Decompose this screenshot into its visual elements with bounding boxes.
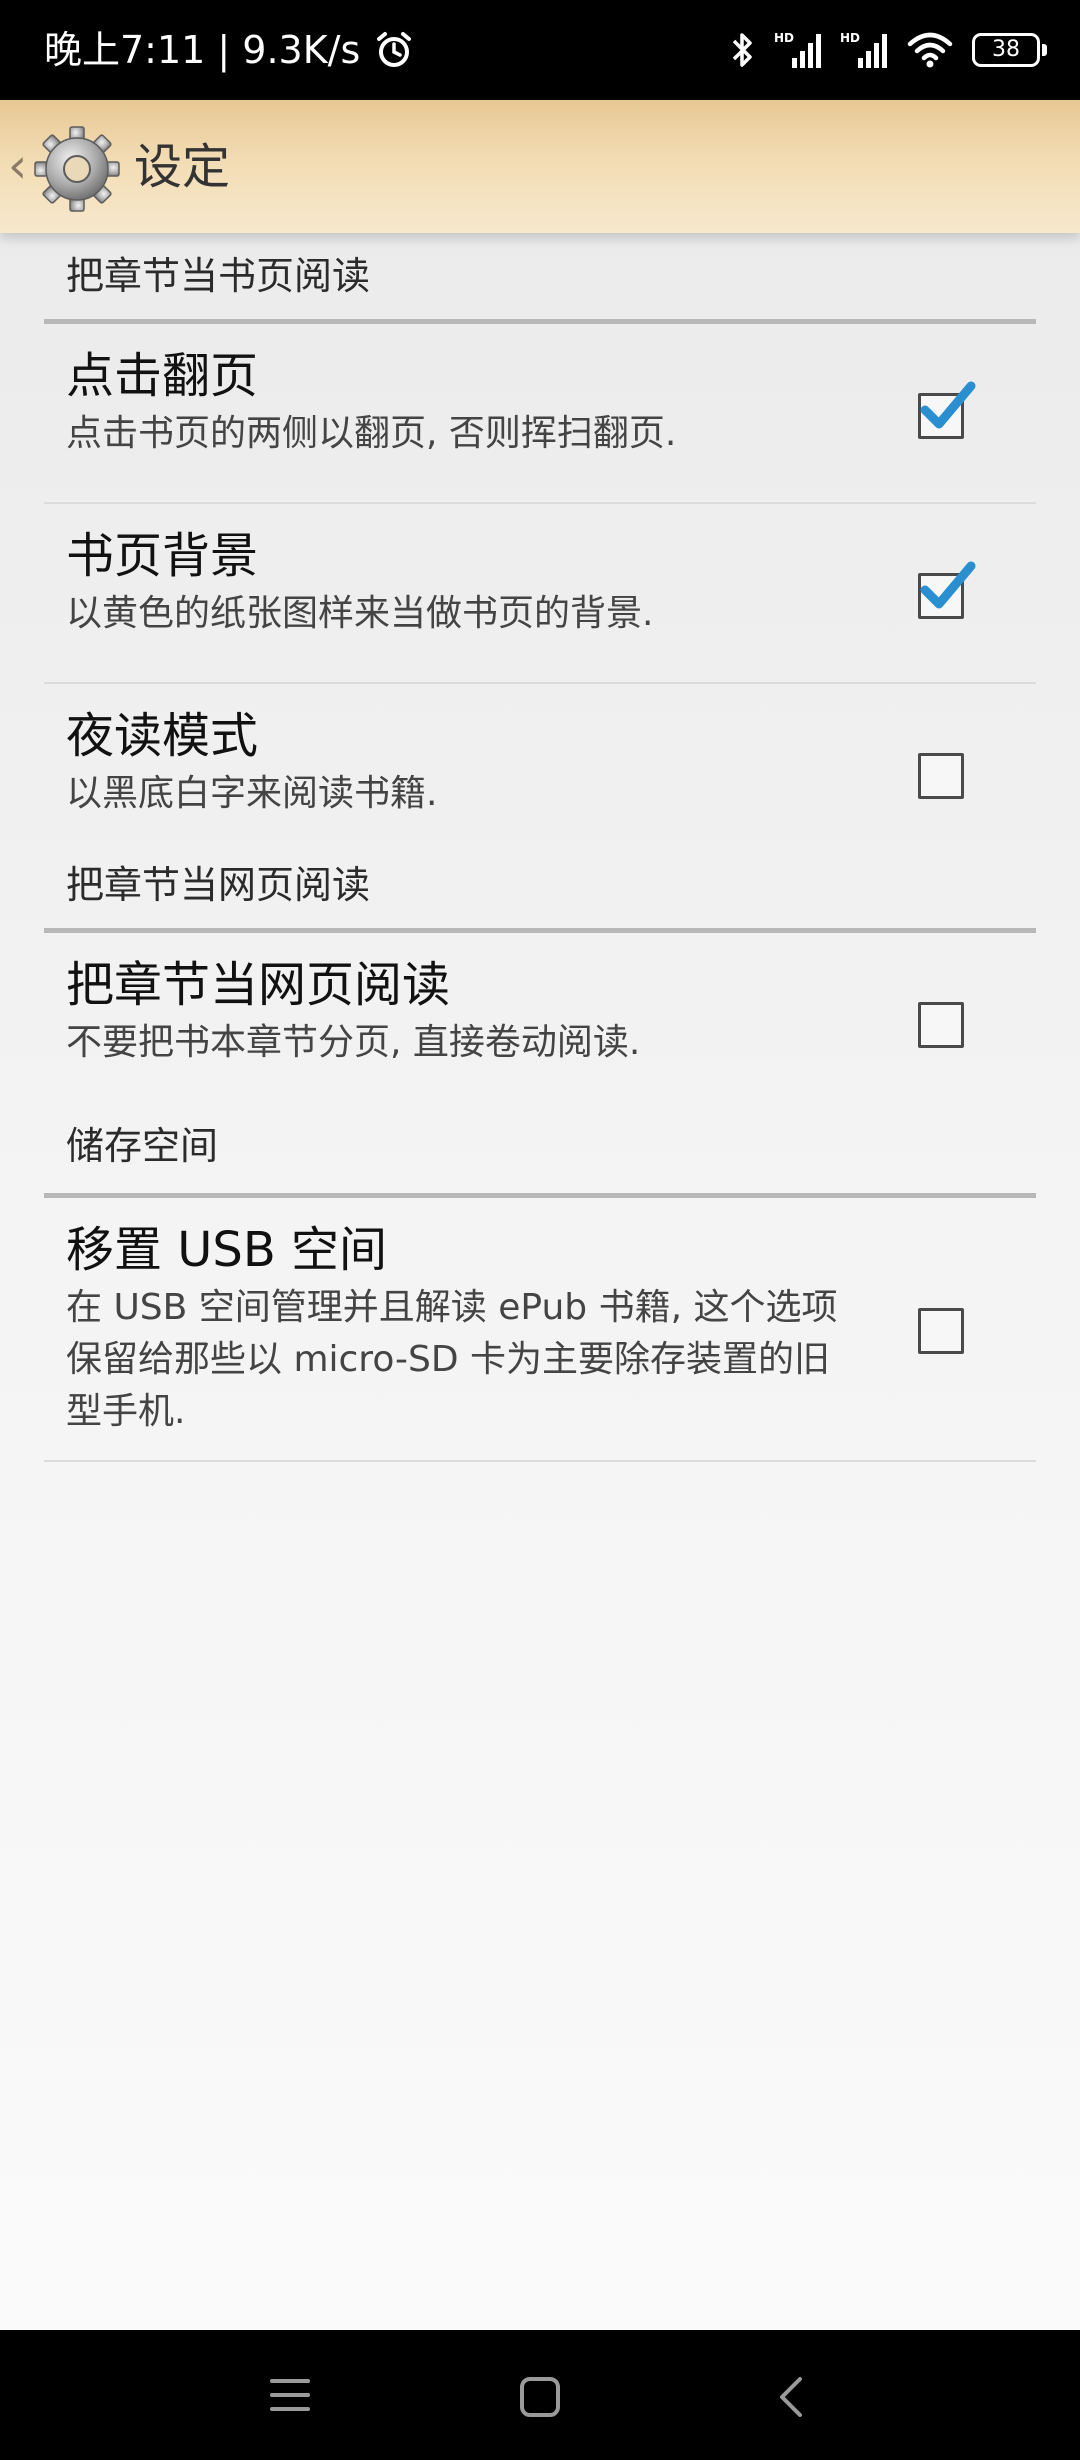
checkbox-web-reading[interactable] xyxy=(918,1002,964,1048)
back-chevron-icon[interactable]: ‹ xyxy=(8,138,27,194)
setting-title: 点击翻页 xyxy=(66,348,259,404)
signal-hd-icon-2: HD xyxy=(840,31,887,68)
checkbox-tap-to-turn[interactable] xyxy=(918,381,976,439)
setting-summary: 不要把书本章节分页, 直接卷动阅读. xyxy=(66,1022,641,1063)
home-icon[interactable] xyxy=(518,2375,562,2419)
status-right: HD HD 38 xyxy=(730,28,1047,72)
setting-summary: 以黑底白字来阅读书籍. xyxy=(66,773,438,814)
setting-tap-to-turn[interactable]: 点击翻页 点击书页的两侧以翻页, 否则挥扫翻页. xyxy=(44,324,1036,504)
setting-usb-storage[interactable]: 移置 USB 空间 在 USB 空间管理并且解读 ePub 书籍, 这个选项保留… xyxy=(44,1198,1036,1462)
battery-level: 38 xyxy=(992,37,1020,62)
bluetooth-icon xyxy=(732,33,752,67)
setting-summary: 点击书页的两侧以翻页, 否则挥扫翻页. xyxy=(66,413,677,454)
gear-icon[interactable] xyxy=(32,124,122,214)
status-time-speed: 晚上7:11 | 9.3K/s xyxy=(44,28,361,72)
setting-night-mode[interactable]: 夜读模式 以黑底白字来阅读书籍. xyxy=(44,684,1036,854)
svg-text:HD: HD xyxy=(840,31,860,45)
navigation-bar xyxy=(0,2330,1080,2460)
setting-page-background[interactable]: 书页背景 以黄色的纸张图样来当做书页的背景. xyxy=(44,504,1036,684)
page-title: 设定 xyxy=(134,139,231,195)
title-bar: ‹ 设定 xyxy=(0,100,1080,233)
checkbox-page-background[interactable] xyxy=(918,561,976,619)
back-icon[interactable] xyxy=(772,2375,812,2419)
setting-title: 移置 USB 空间 xyxy=(66,1222,388,1278)
setting-title: 把章节当网页阅读 xyxy=(66,957,451,1013)
battery-icon: 38 xyxy=(972,33,1047,67)
setting-title: 夜读模式 xyxy=(66,708,259,764)
section-header-label: 把章节当书页阅读 xyxy=(66,254,371,298)
setting-summary: 以黄色的纸张图样来当做书页的背景. xyxy=(66,593,654,634)
svg-text:HD: HD xyxy=(774,31,794,45)
settings-list: 把章节当书页阅读 点击翻页 点击书页的两侧以翻页, 否则挥扫翻页. 书页背景 以… xyxy=(0,233,1080,1462)
setting-web-reading[interactable]: 把章节当网页阅读 不要把书本章节分页, 直接卷动阅读. xyxy=(44,933,1036,1111)
checkmark-icon xyxy=(920,561,976,609)
checkbox-night-mode[interactable] xyxy=(918,753,964,799)
section-header-web: 把章节当网页阅读 xyxy=(44,854,1036,933)
alarm-icon xyxy=(377,32,412,67)
section-header-label: 把章节当网页阅读 xyxy=(66,863,371,907)
checkmark-icon xyxy=(920,381,976,429)
setting-title: 书页背景 xyxy=(66,528,259,584)
checkbox-usb-storage[interactable] xyxy=(918,1308,964,1354)
menu-icon[interactable] xyxy=(268,2375,312,2415)
section-header-paged: 把章节当书页阅读 xyxy=(44,233,1036,324)
signal-hd-icon: HD xyxy=(774,31,821,68)
setting-summary: 在 USB 空间管理并且解读 ePub 书籍, 这个选项保留给那些以 micro… xyxy=(66,1287,838,1432)
status-bar: 晚上7:11 | 9.3K/s HD HD 38 xyxy=(0,0,1080,100)
wifi-icon xyxy=(907,32,953,68)
section-header-storage: 储存空间 xyxy=(44,1111,1036,1198)
section-header-label: 储存空间 xyxy=(66,1124,219,1168)
status-left: 晚上7:11 | 9.3K/s xyxy=(44,26,414,74)
